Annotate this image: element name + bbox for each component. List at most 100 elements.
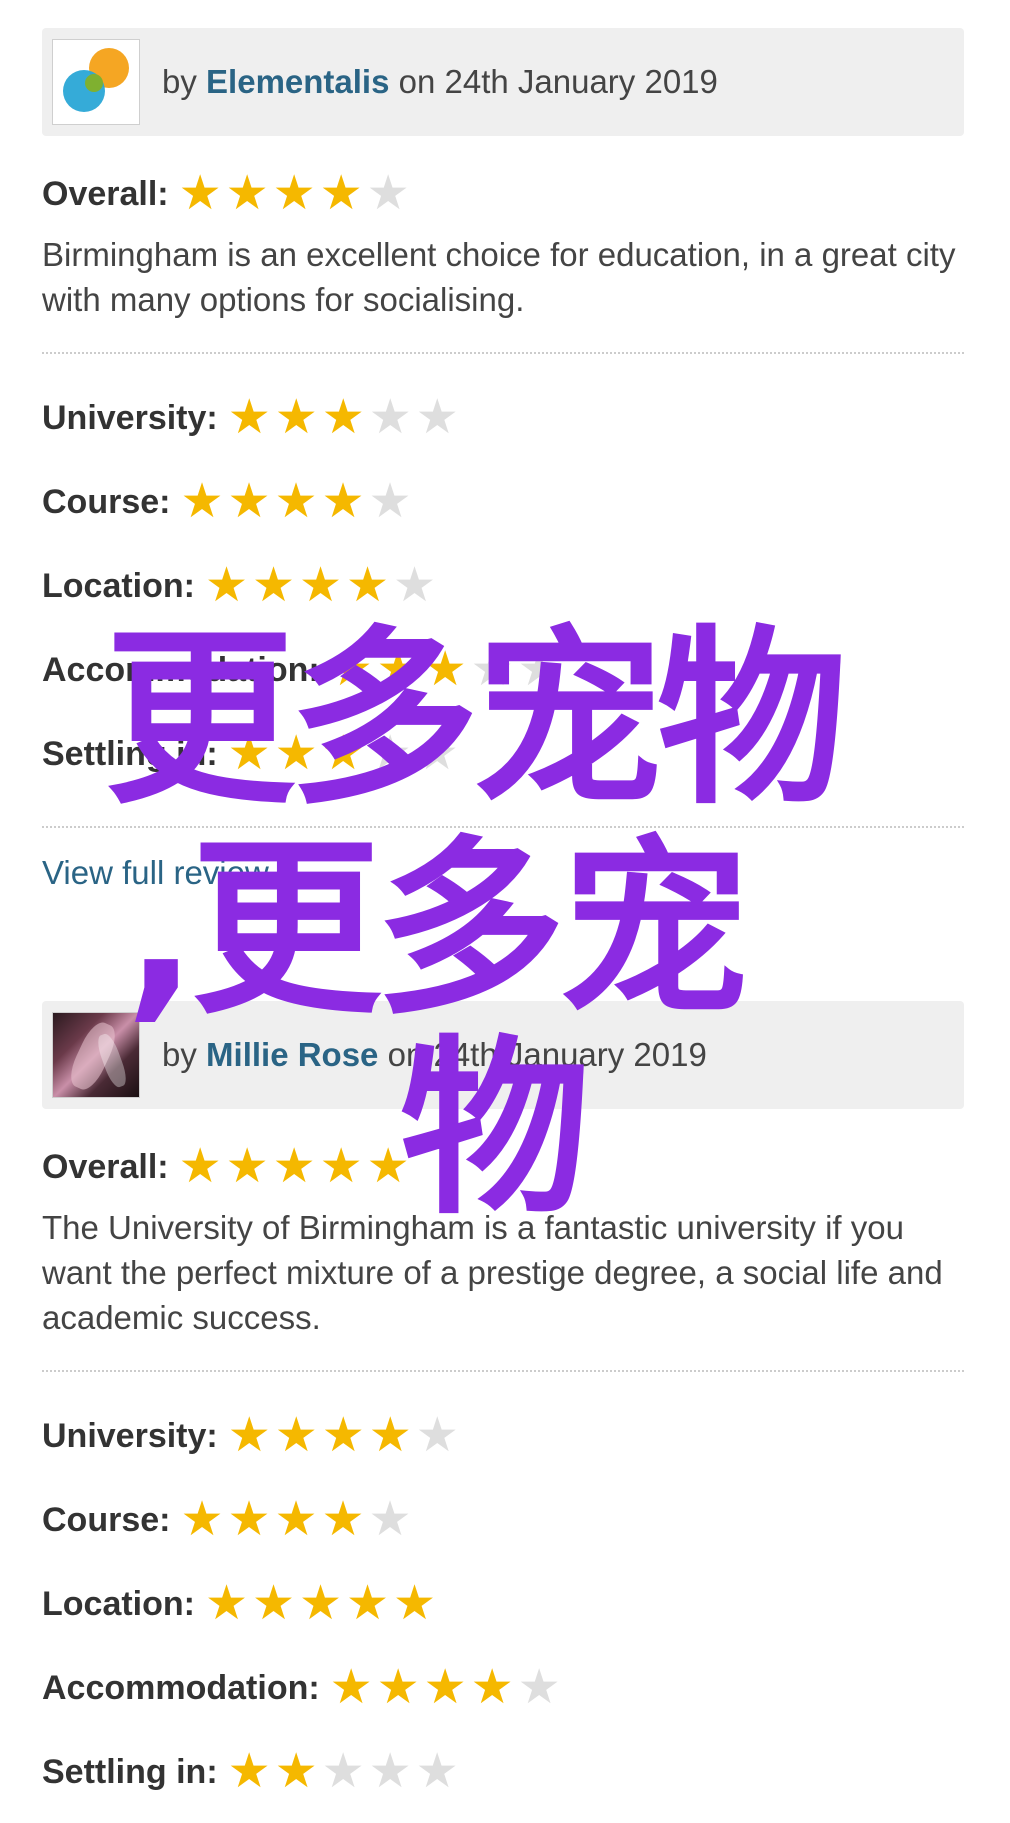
star-filled-icon: ★ xyxy=(470,1661,514,1714)
star-filled-icon: ★ xyxy=(274,1745,318,1798)
star-filled-icon: ★ xyxy=(272,167,316,220)
divider xyxy=(42,352,964,354)
rating-label: University: xyxy=(42,1416,218,1455)
star-filled-icon: ★ xyxy=(329,643,373,696)
review-summary: The University of Birmingham is a fantas… xyxy=(42,1209,943,1336)
star-filled-icon: ★ xyxy=(319,167,363,220)
star-empty-icon: ★ xyxy=(517,643,561,696)
star-empty-icon: ★ xyxy=(368,475,412,528)
star-empty-icon: ★ xyxy=(415,391,459,444)
review-date: on 24th January 2019 xyxy=(398,63,718,100)
overall-rating-row: Overall: ★ ★ ★ ★ ★ xyxy=(42,168,964,220)
star-empty-icon: ★ xyxy=(415,727,459,780)
review-summary: Birmingham is an excellent choice for ed… xyxy=(42,236,956,318)
star-empty-icon: ★ xyxy=(415,1409,459,1462)
star-filled-icon: ★ xyxy=(298,1577,342,1630)
avatar[interactable] xyxy=(52,1012,140,1098)
star-filled-icon: ★ xyxy=(423,1661,467,1714)
rating-label: Course: xyxy=(42,1500,171,1539)
rating-row-location: Location: ★ ★ ★ ★ ★ xyxy=(42,1562,964,1646)
rating-label: Settling in: xyxy=(42,1752,218,1791)
logo-shape xyxy=(85,74,103,92)
star-filled-icon: ★ xyxy=(274,727,318,780)
star-empty-icon: ★ xyxy=(321,1745,365,1798)
star-filled-icon: ★ xyxy=(227,1493,271,1546)
star-rating: ★ ★ ★ ★ ★ xyxy=(328,646,563,694)
star-empty-icon: ★ xyxy=(366,167,410,220)
star-filled-icon: ★ xyxy=(227,1745,271,1798)
star-filled-icon: ★ xyxy=(345,559,389,612)
author-link[interactable]: Millie Rose xyxy=(206,1036,378,1073)
star-filled-icon: ★ xyxy=(204,1577,248,1630)
rating-row-accommodation: Accommodation: ★ ★ ★ ★ ★ xyxy=(42,628,964,712)
star-filled-icon: ★ xyxy=(227,475,271,528)
star-rating: ★ ★ ★ ★ ★ xyxy=(177,1143,412,1191)
star-rating: ★ ★ ★ ★ ★ xyxy=(226,394,461,442)
review-header: by Elementalis on 24th January 2019 xyxy=(42,28,964,136)
view-full-review-link[interactable]: View full review xyxy=(42,854,964,892)
author-link[interactable]: Elementalis xyxy=(206,63,389,100)
rating-label: Accommodation: xyxy=(42,1668,320,1707)
star-filled-icon: ★ xyxy=(251,559,295,612)
rating-row-settling-in: Settling in: ★ ★ ★ ★ ★ xyxy=(42,1730,964,1814)
star-rating: ★ ★ ★ ★ ★ xyxy=(328,1664,563,1712)
star-filled-icon: ★ xyxy=(423,643,467,696)
star-empty-icon: ★ xyxy=(368,727,412,780)
star-filled-icon: ★ xyxy=(321,727,365,780)
review-date: on 24th January 2019 xyxy=(387,1036,707,1073)
sub-ratings: University: ★ ★ ★ ★ ★ Course: ★ ★ ★ ★ ★ Location… xyxy=(42,376,964,796)
star-rating: ★ ★ ★ ★ ★ xyxy=(226,1412,461,1460)
star-filled-icon: ★ xyxy=(251,1577,295,1630)
rating-label: Course: xyxy=(42,482,171,521)
star-filled-icon: ★ xyxy=(178,167,222,220)
star-filled-icon: ★ xyxy=(225,167,269,220)
star-filled-icon: ★ xyxy=(321,475,365,528)
star-filled-icon: ★ xyxy=(345,1577,389,1630)
rating-row-university: University: ★ ★ ★ ★ ★ xyxy=(42,1394,964,1478)
star-filled-icon: ★ xyxy=(274,1493,318,1546)
by-prefix: by xyxy=(162,1036,197,1073)
rating-row-course: Course: ★ ★ ★ ★ ★ xyxy=(42,460,964,544)
star-filled-icon: ★ xyxy=(366,1140,410,1193)
rating-row-course: Course: ★ ★ ★ ★ ★ xyxy=(42,1478,964,1562)
overall-label: Overall: xyxy=(42,1147,169,1186)
star-empty-icon: ★ xyxy=(415,1745,459,1798)
star-filled-icon: ★ xyxy=(227,391,271,444)
overall-rating-row: Overall: ★ ★ ★ ★ ★ xyxy=(42,1141,964,1193)
review-card: by Millie Rose on 24th January 2019 Over… xyxy=(42,1001,964,1814)
review-header: by Millie Rose on 24th January 2019 xyxy=(42,1001,964,1109)
star-empty-icon: ★ xyxy=(470,643,514,696)
rating-row-accommodation: Accommodation: ★ ★ ★ ★ ★ xyxy=(42,1646,964,1730)
star-filled-icon: ★ xyxy=(298,559,342,612)
rating-label: Settling in: xyxy=(42,734,218,773)
star-filled-icon: ★ xyxy=(178,1140,222,1193)
star-filled-icon: ★ xyxy=(204,559,248,612)
divider xyxy=(42,826,964,828)
star-rating: ★ ★ ★ ★ ★ xyxy=(178,478,413,526)
star-rating: ★ ★ ★ ★ ★ xyxy=(203,562,438,610)
by-prefix: by xyxy=(162,63,197,100)
star-rating: ★ ★ ★ ★ ★ xyxy=(177,170,412,218)
star-filled-icon: ★ xyxy=(376,643,420,696)
star-filled-icon: ★ xyxy=(274,391,318,444)
review-card: by Elementalis on 24th January 2019 Over… xyxy=(42,28,964,892)
rating-label: University: xyxy=(42,398,218,437)
star-filled-icon: ★ xyxy=(274,475,318,528)
star-filled-icon: ★ xyxy=(321,391,365,444)
star-filled-icon: ★ xyxy=(227,727,271,780)
star-filled-icon: ★ xyxy=(227,1409,271,1462)
byline: by Millie Rose on 24th January 2019 xyxy=(162,1036,707,1074)
star-filled-icon: ★ xyxy=(272,1140,316,1193)
star-rating: ★ ★ ★ ★ ★ xyxy=(178,1496,413,1544)
star-filled-icon: ★ xyxy=(180,475,224,528)
rating-label: Location: xyxy=(42,1584,195,1623)
star-filled-icon: ★ xyxy=(329,1661,373,1714)
star-filled-icon: ★ xyxy=(274,1409,318,1462)
star-filled-icon: ★ xyxy=(225,1140,269,1193)
star-empty-icon: ★ xyxy=(368,391,412,444)
star-filled-icon: ★ xyxy=(321,1409,365,1462)
rating-row-location: Location: ★ ★ ★ ★ ★ xyxy=(42,544,964,628)
star-filled-icon: ★ xyxy=(319,1140,363,1193)
avatar[interactable] xyxy=(52,39,140,125)
sub-ratings: University: ★ ★ ★ ★ ★ Course: ★ ★ ★ ★ ★ Location… xyxy=(42,1394,964,1814)
